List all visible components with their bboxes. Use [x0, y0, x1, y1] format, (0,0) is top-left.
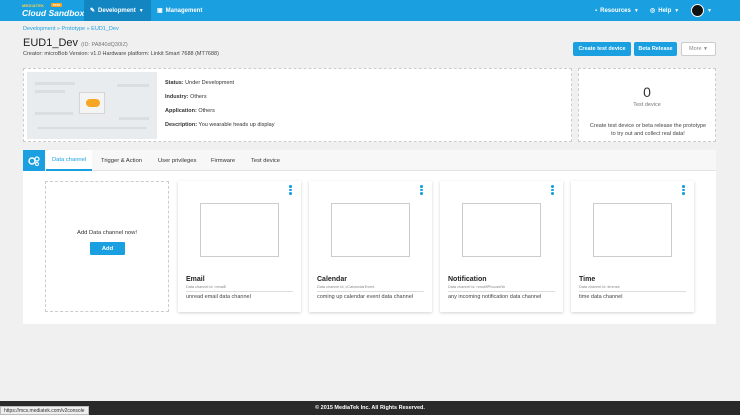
- chevron-down-icon: ▼: [703, 46, 708, 52]
- nav-development[interactable]: ✎ Development ▼: [84, 0, 151, 21]
- prototype-info-panel: Status: Under Development Industry: Othe…: [23, 68, 572, 142]
- channel-preview: [462, 203, 541, 257]
- more-button-label: More: [688, 46, 702, 52]
- cloud-icon: [86, 99, 100, 107]
- more-button[interactable]: More ▼: [681, 42, 716, 56]
- kebab-menu-icon[interactable]: [289, 185, 292, 196]
- chevron-down-icon: ▼: [138, 7, 144, 14]
- channel-preview: [200, 203, 279, 257]
- nav-resources[interactable]: ▪ Resources ▼: [595, 0, 639, 21]
- channel-description: coming up calendar event data channel: [317, 294, 414, 300]
- application-row: Application: Others: [165, 108, 215, 114]
- channel-id: Data channel id: cCalcendarEvent: [317, 285, 375, 289]
- book-icon: ▣: [157, 8, 163, 14]
- channel-id: Data channel id: timmse: [579, 285, 620, 289]
- data-channel-card[interactable]: Calendar Data channel id: cCalcendarEven…: [309, 181, 432, 312]
- divider: [448, 291, 555, 292]
- nav-resources-label: Resources: [600, 7, 631, 14]
- lifebuoy-icon: ◎: [650, 8, 656, 14]
- test-device-count: 0: [643, 84, 651, 100]
- prototype-details: Status: Under Development Industry: Othe…: [165, 76, 274, 132]
- industry-row: Industry: Others: [165, 94, 207, 100]
- gears-icon: [23, 150, 45, 171]
- prototype-tabs-panel: Data channel Trigger & Action User privi…: [23, 150, 716, 324]
- status-value: Under Development: [185, 80, 235, 86]
- data-channel-card[interactable]: Email Data channel id: mmaiE unread emai…: [178, 181, 301, 312]
- tab-test-device[interactable]: Test device: [251, 150, 280, 171]
- nav-development-label: Development: [98, 7, 136, 14]
- create-test-device-button[interactable]: Create test device: [573, 42, 631, 56]
- channel-preview: [331, 203, 410, 257]
- test-device-panel: 0 Test device Create test device or beta…: [578, 68, 716, 142]
- tab-data-channel[interactable]: Data channel: [46, 150, 93, 171]
- divider: [186, 291, 293, 292]
- nav-help[interactable]: ◎ Help ▼: [650, 0, 679, 21]
- wrench-icon: ✎: [90, 8, 96, 14]
- industry-value: Others: [190, 94, 207, 100]
- user-menu-toggle[interactable]: ▼: [707, 0, 712, 21]
- tab-bar: Data channel Trigger & Action User privi…: [23, 150, 716, 171]
- avatar[interactable]: [691, 4, 704, 17]
- channel-description: time data channel: [579, 294, 623, 300]
- channel-id: Data channel id: nmotifiPhcuseNh: [448, 285, 506, 289]
- description-row: Description: You wearable heads up displ…: [165, 122, 275, 128]
- channel-name: Email: [186, 276, 205, 283]
- prototype-name: EUD1_Dev: [23, 37, 79, 49]
- beta-release-button[interactable]: Beta Release: [634, 42, 677, 56]
- chevron-down-icon: ▼: [707, 7, 712, 14]
- status-row: Status: Under Development: [165, 80, 235, 86]
- kebab-menu-icon[interactable]: [420, 185, 423, 196]
- tab-trigger-action[interactable]: Trigger & Action: [101, 150, 142, 171]
- prototype-board-image: [27, 72, 157, 139]
- data-channel-card[interactable]: Notification Data channel id: nmotifiPhc…: [440, 181, 563, 312]
- page-title: EUD1_Dev (ID: PA840dQ30IZ): [23, 37, 128, 49]
- tab-user-privileges[interactable]: User privileges: [158, 150, 196, 171]
- footer: © 2015 MediaTek Inc. All Rights Reserved…: [0, 401, 740, 415]
- logo-title: Cloud Sandbox: [22, 8, 85, 18]
- add-data-channel-button[interactable]: Add: [90, 242, 125, 255]
- prototype-id: (ID: PA840dQ30IZ): [81, 42, 128, 48]
- test-device-label: Test device: [633, 102, 661, 108]
- description-value: You wearable heads up display: [198, 122, 275, 128]
- divider: [579, 291, 686, 292]
- application-value: Others: [198, 108, 215, 114]
- nav-help-label: Help: [658, 7, 672, 14]
- kebab-menu-icon[interactable]: [682, 185, 685, 196]
- channel-name: Time: [579, 276, 596, 283]
- breadcrumb[interactable]: Development » Prototype » EUD1_Dev: [23, 26, 119, 32]
- tab-firmware[interactable]: Firmware: [211, 150, 235, 171]
- prototype-meta: Creator: microBob Version: v1.0 Hardware…: [23, 51, 219, 57]
- briefcase-icon: ▪: [595, 7, 598, 14]
- channel-name: Calendar: [317, 276, 347, 283]
- add-data-channel-text: Add Data channel now!: [77, 230, 137, 236]
- kebab-menu-icon[interactable]: [551, 185, 554, 196]
- channel-preview: [593, 203, 672, 257]
- cloud-sandbox-logo[interactable]: MEDIATEK beta Cloud Sandbox: [22, 3, 84, 19]
- channel-id: Data channel id: mmaiE: [186, 285, 227, 289]
- status-bar-url: https://mcs.mediatek.com/v2console: [0, 406, 89, 415]
- logo-beta-badge: beta: [51, 3, 62, 7]
- top-navbar: MEDIATEK beta Cloud Sandbox ✎ Developmen…: [0, 0, 740, 21]
- add-data-channel-card: Add Data channel now! Add: [45, 181, 169, 312]
- chevron-down-icon: ▼: [674, 7, 680, 14]
- test-device-hint: Create test device or beta release the p…: [589, 123, 707, 137]
- channel-description: unread email data channel: [186, 294, 251, 300]
- chevron-down-icon: ▼: [633, 7, 639, 14]
- channel-name: Notification: [448, 276, 487, 283]
- nav-management-label: Management: [165, 7, 203, 14]
- channel-description: any incoming notification data channel: [448, 294, 542, 300]
- divider: [317, 291, 424, 292]
- nav-management[interactable]: ▣ Management: [157, 0, 202, 21]
- data-channel-card[interactable]: Time Data channel id: timmse time data c…: [571, 181, 694, 312]
